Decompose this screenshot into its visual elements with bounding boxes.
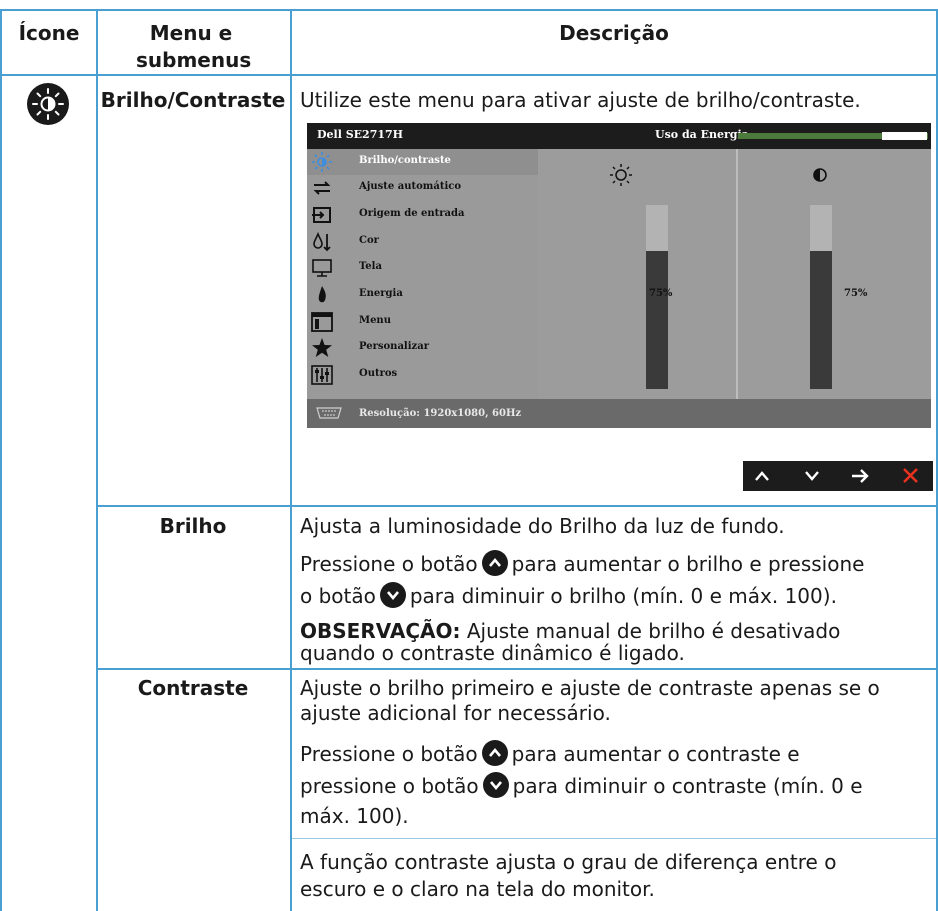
color-icon — [313, 231, 331, 252]
osd-energy-label: Uso da Energia — [655, 128, 749, 141]
osd-item-cor[interactable]: Cor — [307, 229, 538, 255]
auto-adjust-icon — [313, 181, 331, 195]
personalize-icon — [312, 338, 332, 357]
col2-border — [290, 9, 292, 911]
osd-item-label: Tela — [359, 261, 382, 272]
osd-item-label: Energia — [359, 288, 403, 299]
desc-brilho-contraste: Utilize este menu para ativar ajuste de … — [300, 88, 861, 112]
osd-screenshot: Dell SE2717H Uso da Energia Brilho/contr… — [307, 123, 931, 428]
contrast-value: 75% — [844, 288, 868, 299]
osd-item-outros[interactable]: Outros — [307, 362, 538, 388]
brightness-icon — [312, 152, 332, 172]
desc-contraste-p1-line2: ajuste adicional for necessário. — [300, 701, 611, 725]
osd-resolution: Resolução: 1920x1080, 60Hz — [359, 408, 522, 419]
osd-item-origem-entrada[interactable]: Origem de entrada — [307, 202, 538, 228]
osd-contrast-panel: 75% — [738, 149, 931, 399]
osd-item-tela[interactable]: Tela — [307, 255, 538, 281]
text: para aumentar o brilho e pressione — [511, 552, 865, 576]
table-left-border — [0, 9, 2, 911]
contrast-slider-fill — [810, 251, 832, 389]
down-arrow-icon[interactable] — [793, 461, 831, 491]
menu-brilho: Brilho — [159, 514, 227, 538]
osd-item-label: Menu — [359, 315, 391, 326]
contrast-icon — [813, 168, 827, 182]
header-description: Descrição — [559, 21, 669, 45]
energy-icon — [318, 286, 326, 303]
brightness-contrast-icon — [26, 82, 70, 126]
menu-icon — [311, 312, 333, 332]
desc-contraste-p2-line1: Pressione o botão para aumentar o contras… — [300, 738, 800, 771]
down-button-icon — [482, 772, 509, 798]
osd-item-brilho-contraste[interactable]: Brilho/contraste — [307, 149, 538, 175]
osd-item-label: Personalizar — [359, 341, 429, 352]
desc-contraste-p2-line2: pressione o botão para diminuir o contras… — [300, 770, 863, 803]
desc-brilho-p2-line2: o botão para diminuir o brilho (mín. 0 e … — [300, 580, 837, 613]
table-top-border — [0, 9, 938, 11]
osd-item-label: Brilho/contraste — [359, 155, 451, 166]
right-arrow-icon[interactable] — [841, 461, 879, 491]
text: Pressione o botão — [300, 552, 478, 576]
osd-model: Dell SE2717H — [317, 128, 404, 141]
contraste-divider — [292, 838, 936, 839]
osd-brightness-panel: 75% — [538, 149, 736, 399]
col1-border — [96, 9, 98, 911]
osd-title-bar: Dell SE2717H Uso da Energia — [307, 123, 931, 149]
input-source-icon — [312, 207, 331, 223]
osd-menu-list: Brilho/contraste Ajuste automático Orige… — [307, 149, 538, 399]
desc-contraste-p2-line3: máx. 100). — [300, 804, 409, 828]
text: para aumentar o contraste e — [511, 742, 800, 766]
osd-item-personalizar[interactable]: Personalizar — [307, 335, 538, 361]
desc-brilho-p1: Ajusta a luminosidade do Brilho da luz d… — [300, 514, 785, 538]
down-button-icon — [379, 582, 406, 608]
osd-nav-bar — [743, 461, 933, 491]
brightness-slider-fill — [646, 251, 668, 389]
osd-item-menu[interactable]: Menu — [307, 309, 538, 335]
display-icon — [312, 259, 332, 277]
vga-port-icon — [316, 407, 342, 419]
text: para diminuir o brilho (mín. 0 e máx. 10… — [409, 584, 837, 608]
text: o botão — [300, 584, 376, 608]
brightness-value: 75% — [649, 288, 673, 299]
up-button-icon — [481, 740, 508, 766]
desc-brilho-p2-line1: Pressione o botão para aumentar o brilho … — [300, 548, 864, 581]
text: pressione o botão — [300, 774, 479, 798]
row1-bottom-border — [96, 505, 938, 507]
osd-item-label: Origem de entrada — [359, 208, 465, 219]
menu-contraste: Contraste — [137, 676, 249, 700]
osd-item-energia[interactable]: Energia — [307, 282, 538, 308]
others-icon — [311, 365, 333, 385]
energy-meter-indicator — [882, 132, 927, 140]
osd-item-ajuste-automatico[interactable]: Ajuste automático — [307, 175, 538, 201]
desc-contraste-p3-line2: escuro e o claro na tela do monitor. — [300, 877, 655, 901]
brightness-sun-icon — [610, 164, 632, 186]
text: Pressione o botão — [300, 742, 478, 766]
header-icon: Ícone — [18, 21, 80, 45]
osd-item-label: Ajuste automático — [359, 181, 462, 192]
close-icon[interactable] — [891, 461, 929, 491]
up-button-icon — [481, 550, 508, 576]
header-menu: Menu e submenus — [136, 21, 252, 72]
osd-item-label: Outros — [359, 368, 398, 379]
text: para diminuir o contraste (mín. 0 e — [512, 774, 863, 798]
desc-brilho-note-line2: quando o contraste dinâmico é ligado. — [300, 641, 685, 665]
osd-item-label: Cor — [359, 235, 379, 246]
osd-status-bar: Resolução: 1920x1080, 60Hz — [307, 399, 931, 428]
up-arrow-icon[interactable] — [743, 461, 781, 491]
header-bottom-border — [0, 74, 938, 76]
menu-brilho-contraste: Brilho/Contraste — [100, 88, 286, 112]
